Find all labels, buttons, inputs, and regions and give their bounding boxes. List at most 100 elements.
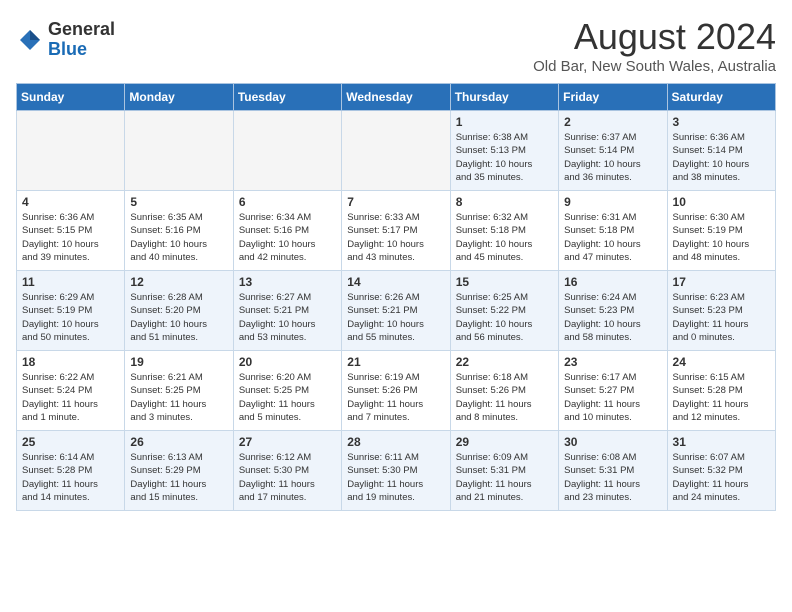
- day-number: 6: [239, 195, 336, 209]
- day-number: 20: [239, 355, 336, 369]
- day-number: 16: [564, 275, 661, 289]
- calendar-cell: 28 Sunrise: 6:11 AM Sunset: 5:30 PM Dayli…: [342, 431, 450, 511]
- calendar-body: 1 Sunrise: 6:38 AM Sunset: 5:13 PM Daylig…: [17, 111, 776, 511]
- calendar-cell: 17 Sunrise: 6:23 AM Sunset: 5:23 PM Dayli…: [667, 271, 775, 351]
- day-number: 8: [456, 195, 553, 209]
- day-info: Sunrise: 6:26 AM Sunset: 5:21 PM Dayligh…: [347, 291, 444, 344]
- day-number: 25: [22, 435, 119, 449]
- weekday-header: Sunday: [17, 84, 125, 111]
- calendar-cell: 12 Sunrise: 6:28 AM Sunset: 5:20 PM Dayli…: [125, 271, 233, 351]
- day-info: Sunrise: 6:34 AM Sunset: 5:16 PM Dayligh…: [239, 211, 336, 264]
- location: Old Bar, New South Wales, Australia: [533, 58, 776, 75]
- day-info: Sunrise: 6:29 AM Sunset: 5:19 PM Dayligh…: [22, 291, 119, 344]
- weekday-header: Monday: [125, 84, 233, 111]
- day-info: Sunrise: 6:37 AM Sunset: 5:14 PM Dayligh…: [564, 131, 661, 184]
- weekday-header: Wednesday: [342, 84, 450, 111]
- calendar-cell: 27 Sunrise: 6:12 AM Sunset: 5:30 PM Dayli…: [233, 431, 341, 511]
- calendar-cell: 10 Sunrise: 6:30 AM Sunset: 5:19 PM Dayli…: [667, 191, 775, 271]
- calendar-week-row: 1 Sunrise: 6:38 AM Sunset: 5:13 PM Daylig…: [17, 111, 776, 191]
- day-number: 22: [456, 355, 553, 369]
- day-number: 1: [456, 115, 553, 129]
- day-info: Sunrise: 6:23 AM Sunset: 5:23 PM Dayligh…: [673, 291, 770, 344]
- calendar-cell: 4Sunrise: 6:36 AM Sunset: 5:15 PM Daylig…: [17, 191, 125, 271]
- day-info: Sunrise: 6:32 AM Sunset: 5:18 PM Dayligh…: [456, 211, 553, 264]
- calendar-cell: 8 Sunrise: 6:32 AM Sunset: 5:18 PM Daylig…: [450, 191, 558, 271]
- calendar-week-row: 11 Sunrise: 6:29 AM Sunset: 5:19 PM Dayli…: [17, 271, 776, 351]
- calendar-cell: 18Sunrise: 6:22 AM Sunset: 5:24 PM Dayli…: [17, 351, 125, 431]
- calendar-cell: 19Sunrise: 6:21 AM Sunset: 5:25 PM Dayli…: [125, 351, 233, 431]
- day-number: 23: [564, 355, 661, 369]
- calendar-cell: 3 Sunrise: 6:36 AM Sunset: 5:14 PM Daylig…: [667, 111, 775, 191]
- day-info: Sunrise: 6:27 AM Sunset: 5:21 PM Dayligh…: [239, 291, 336, 344]
- day-info: Sunrise: 6:19 AM Sunset: 5:26 PM Dayligh…: [347, 371, 444, 424]
- title-block: August 2024 Old Bar, New South Wales, Au…: [533, 16, 776, 75]
- calendar-table: SundayMondayTuesdayWednesdayThursdayFrid…: [16, 83, 776, 511]
- calendar-cell: 31 Sunrise: 6:07 AM Sunset: 5:32 PM Dayli…: [667, 431, 775, 511]
- day-number: 27: [239, 435, 336, 449]
- calendar-cell: 6 Sunrise: 6:34 AM Sunset: 5:16 PM Daylig…: [233, 191, 341, 271]
- day-info: Sunrise: 6:24 AM Sunset: 5:23 PM Dayligh…: [564, 291, 661, 344]
- calendar-cell: 1 Sunrise: 6:38 AM Sunset: 5:13 PM Daylig…: [450, 111, 558, 191]
- day-info: Sunrise: 6:33 AM Sunset: 5:17 PM Dayligh…: [347, 211, 444, 264]
- calendar-cell: [342, 111, 450, 191]
- calendar-cell: 2 Sunrise: 6:37 AM Sunset: 5:14 PM Daylig…: [559, 111, 667, 191]
- day-info: Sunrise: 6:13 AM Sunset: 5:29 PM Dayligh…: [130, 451, 227, 504]
- day-number: 5: [130, 195, 227, 209]
- weekday-header: Thursday: [450, 84, 558, 111]
- calendar-week-row: 18Sunrise: 6:22 AM Sunset: 5:24 PM Dayli…: [17, 351, 776, 431]
- weekday-header: Tuesday: [233, 84, 341, 111]
- calendar-cell: 13Sunrise: 6:27 AM Sunset: 5:21 PM Dayli…: [233, 271, 341, 351]
- day-info: Sunrise: 6:25 AM Sunset: 5:22 PM Dayligh…: [456, 291, 553, 344]
- day-info: Sunrise: 6:12 AM Sunset: 5:30 PM Dayligh…: [239, 451, 336, 504]
- day-number: 7: [347, 195, 444, 209]
- day-info: Sunrise: 6:20 AM Sunset: 5:25 PM Dayligh…: [239, 371, 336, 424]
- day-info: Sunrise: 6:22 AM Sunset: 5:24 PM Dayligh…: [22, 371, 119, 424]
- day-info: Sunrise: 6:35 AM Sunset: 5:16 PM Dayligh…: [130, 211, 227, 264]
- calendar-week-row: 25 Sunrise: 6:14 AM Sunset: 5:28 PM Dayli…: [17, 431, 776, 511]
- day-number: 17: [673, 275, 770, 289]
- calendar-cell: 15 Sunrise: 6:25 AM Sunset: 5:22 PM Dayli…: [450, 271, 558, 351]
- day-info: Sunrise: 6:30 AM Sunset: 5:19 PM Dayligh…: [673, 211, 770, 264]
- day-number: 15: [456, 275, 553, 289]
- day-info: Sunrise: 6:17 AM Sunset: 5:27 PM Dayligh…: [564, 371, 661, 424]
- calendar-cell: 20 Sunrise: 6:20 AM Sunset: 5:25 PM Dayli…: [233, 351, 341, 431]
- day-number: 14: [347, 275, 444, 289]
- day-info: Sunrise: 6:28 AM Sunset: 5:20 PM Dayligh…: [130, 291, 227, 344]
- day-number: 24: [673, 355, 770, 369]
- weekday-header: Friday: [559, 84, 667, 111]
- day-number: 29: [456, 435, 553, 449]
- day-info: Sunrise: 6:15 AM Sunset: 5:28 PM Dayligh…: [673, 371, 770, 424]
- calendar-cell: 22Sunrise: 6:18 AM Sunset: 5:26 PM Dayli…: [450, 351, 558, 431]
- day-number: 4: [22, 195, 119, 209]
- day-number: 10: [673, 195, 770, 209]
- day-number: 21: [347, 355, 444, 369]
- calendar-cell: 30 Sunrise: 6:08 AM Sunset: 5:31 PM Dayli…: [559, 431, 667, 511]
- day-number: 19: [130, 355, 227, 369]
- calendar-cell: 21 Sunrise: 6:19 AM Sunset: 5:26 PM Dayli…: [342, 351, 450, 431]
- day-info: Sunrise: 6:08 AM Sunset: 5:31 PM Dayligh…: [564, 451, 661, 504]
- month-title: August 2024: [533, 16, 776, 58]
- day-info: Sunrise: 6:38 AM Sunset: 5:13 PM Dayligh…: [456, 131, 553, 184]
- day-number: 12: [130, 275, 227, 289]
- calendar-cell: 25 Sunrise: 6:14 AM Sunset: 5:28 PM Dayli…: [17, 431, 125, 511]
- calendar-cell: 11 Sunrise: 6:29 AM Sunset: 5:19 PM Dayli…: [17, 271, 125, 351]
- day-info: Sunrise: 6:07 AM Sunset: 5:32 PM Dayligh…: [673, 451, 770, 504]
- calendar-cell: 24 Sunrise: 6:15 AM Sunset: 5:28 PM Dayli…: [667, 351, 775, 431]
- day-number: 11: [22, 275, 119, 289]
- day-info: Sunrise: 6:14 AM Sunset: 5:28 PM Dayligh…: [22, 451, 119, 504]
- calendar-cell: 23 Sunrise: 6:17 AM Sunset: 5:27 PM Dayli…: [559, 351, 667, 431]
- day-number: 2: [564, 115, 661, 129]
- day-info: Sunrise: 6:36 AM Sunset: 5:14 PM Dayligh…: [673, 131, 770, 184]
- day-info: Sunrise: 6:09 AM Sunset: 5:31 PM Dayligh…: [456, 451, 553, 504]
- logo-text: General Blue: [48, 20, 115, 60]
- calendar-cell: 7 Sunrise: 6:33 AM Sunset: 5:17 PM Daylig…: [342, 191, 450, 271]
- day-number: 26: [130, 435, 227, 449]
- day-number: 31: [673, 435, 770, 449]
- page-header: General Blue August 2024 Old Bar, New So…: [16, 16, 776, 75]
- day-number: 30: [564, 435, 661, 449]
- day-info: Sunrise: 6:11 AM Sunset: 5:30 PM Dayligh…: [347, 451, 444, 504]
- day-number: 28: [347, 435, 444, 449]
- calendar-header: SundayMondayTuesdayWednesdayThursdayFrid…: [17, 84, 776, 111]
- calendar-cell: 29 Sunrise: 6:09 AM Sunset: 5:31 PM Dayli…: [450, 431, 558, 511]
- day-number: 3: [673, 115, 770, 129]
